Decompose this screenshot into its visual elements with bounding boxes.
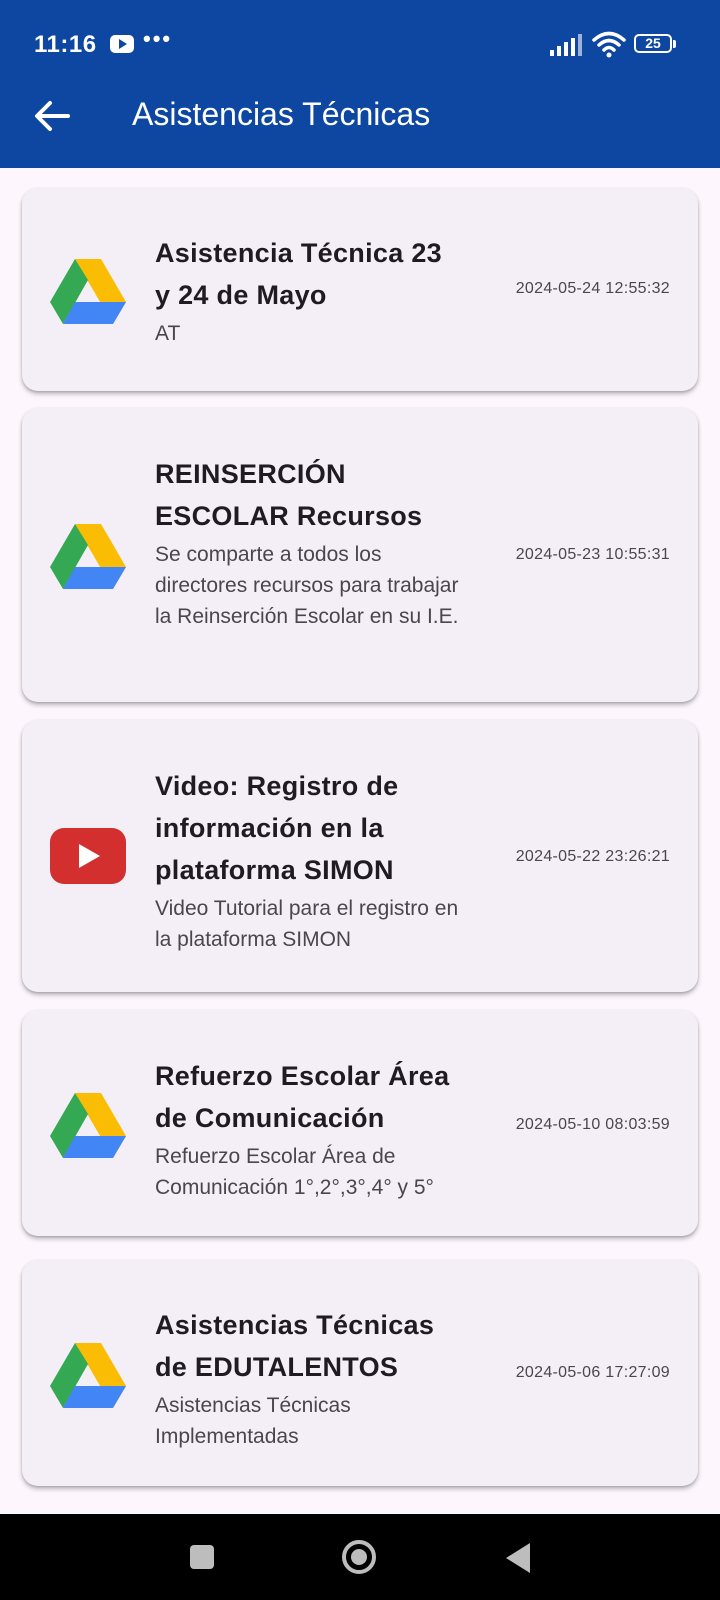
list-item[interactable]: Video: Registro de información en la pla… bbox=[22, 720, 698, 992]
app-bar: 11:16 ••• 25 Asistencias Técnicas bbox=[0, 0, 720, 168]
item-date: 2024-05-23 10:55:31 bbox=[515, 546, 670, 563]
status-time: 11:16 bbox=[34, 31, 97, 58]
google-drive-icon bbox=[50, 1343, 126, 1408]
page-title: Asistencias Técnicas bbox=[132, 96, 431, 132]
item-subtitle: Se comparte a todos los directores recur… bbox=[155, 543, 459, 628]
google-drive-icon bbox=[50, 259, 126, 324]
back-button[interactable] bbox=[30, 94, 74, 138]
system-back-button[interactable] bbox=[506, 1543, 530, 1573]
recent-apps-button[interactable] bbox=[190, 1545, 214, 1569]
item-title: Asistencias Técnicas de EDUTALENTOS bbox=[155, 1310, 435, 1382]
signal-icon bbox=[550, 34, 582, 56]
wifi-icon bbox=[592, 31, 626, 58]
item-date: 2024-05-10 08:03:59 bbox=[515, 1116, 670, 1133]
list-item[interactable]: Asistencia Técnica 23 y 24 de Mayo AT 20… bbox=[22, 188, 698, 391]
item-title: REINSERCIÓN ESCOLAR Recursos bbox=[155, 459, 423, 531]
battery-icon: 25 bbox=[634, 34, 676, 53]
google-drive-icon bbox=[50, 1093, 126, 1158]
list-item[interactable]: REINSERCIÓN ESCOLAR Recursos Se comparte… bbox=[22, 408, 698, 702]
google-drive-icon bbox=[50, 524, 126, 589]
item-date: 2024-05-22 23:26:21 bbox=[515, 848, 670, 865]
more-notifications-icon: ••• bbox=[143, 26, 173, 51]
item-title: Refuerzo Escolar Área de Comunicación bbox=[155, 1061, 450, 1133]
youtube-icon bbox=[50, 828, 126, 884]
item-subtitle: AT bbox=[155, 322, 181, 345]
item-subtitle: Refuerzo Escolar Área de Comunicación 1°… bbox=[155, 1145, 434, 1199]
list-item[interactable]: Asistencias Técnicas de EDUTALENTOS Asis… bbox=[22, 1260, 698, 1486]
item-date: 2024-05-24 12:55:32 bbox=[515, 280, 670, 297]
system-navigation-bar bbox=[0, 1514, 720, 1600]
item-subtitle: Video Tutorial para el registro en la pl… bbox=[155, 897, 459, 951]
youtube-notification-icon bbox=[110, 35, 134, 53]
item-title: Asistencia Técnica 23 y 24 de Mayo bbox=[155, 238, 442, 310]
status-bar: 11:16 ••• 25 bbox=[0, 24, 720, 66]
home-button[interactable] bbox=[342, 1540, 376, 1574]
list-item[interactable]: Refuerzo Escolar Área de Comunicación Re… bbox=[22, 1010, 698, 1236]
item-date: 2024-05-06 17:27:09 bbox=[515, 1364, 670, 1381]
item-title: Video: Registro de información en la pla… bbox=[155, 771, 399, 885]
item-subtitle: Asistencias Técnicas Implementadas bbox=[155, 1394, 351, 1448]
